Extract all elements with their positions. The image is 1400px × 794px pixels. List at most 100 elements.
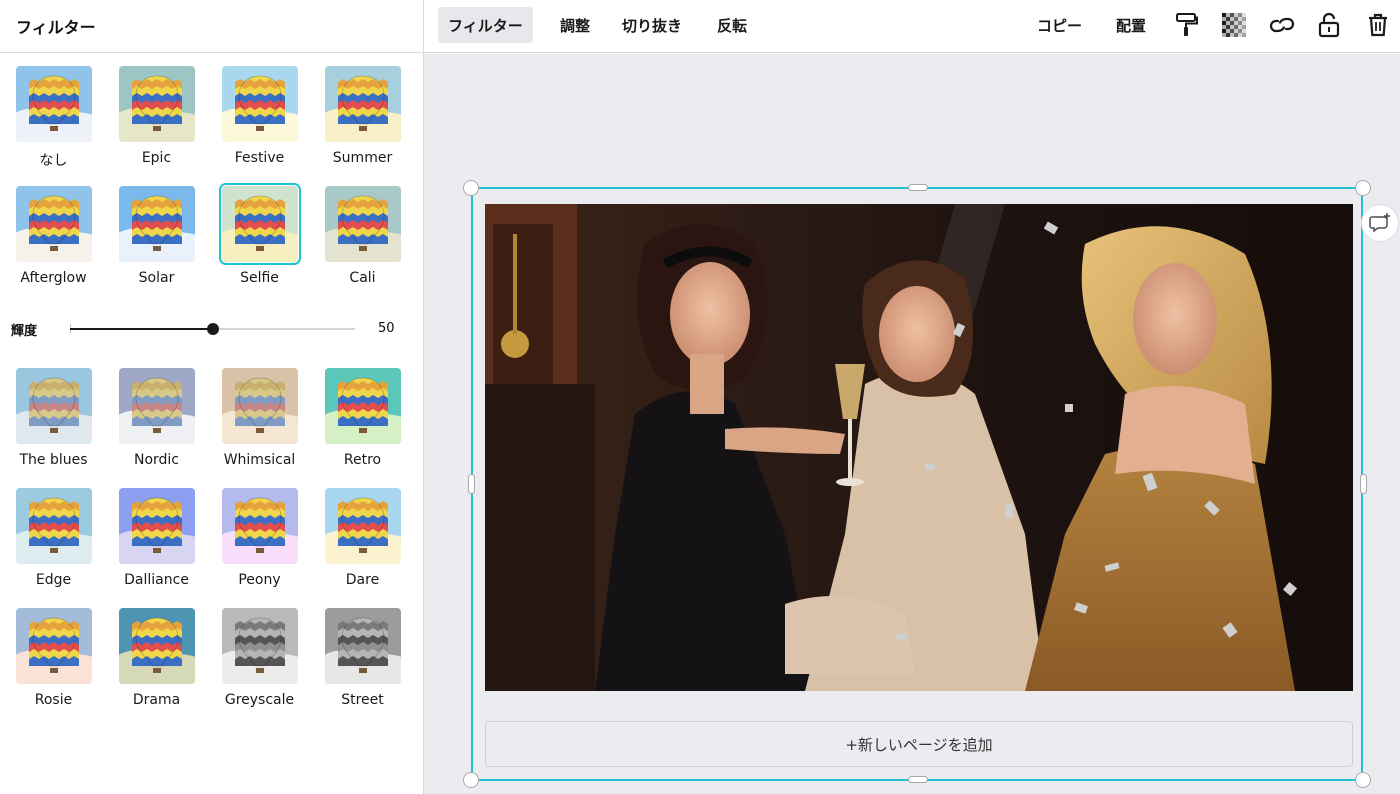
filter-option-edge[interactable]: Edge	[2, 488, 105, 598]
filter-label: Greyscale	[224, 692, 295, 708]
filter-preview-thumbnail[interactable]	[325, 186, 401, 262]
filter-option-dalliance[interactable]: Dalliance	[105, 488, 208, 598]
design-page[interactable]: +新しいページを追加	[471, 187, 1363, 781]
trash-icon[interactable]	[1363, 10, 1393, 40]
lock-icon[interactable]	[1314, 10, 1344, 40]
slider-knob[interactable]	[206, 323, 219, 335]
filter-option-nordic[interactable]: Nordic	[105, 368, 208, 478]
filter-option-epic[interactable]: Epic	[105, 66, 208, 176]
filter-label: Rosie	[34, 692, 73, 708]
balloon-image	[16, 368, 92, 444]
filter-label: Street	[341, 692, 384, 708]
filter-preview-thumbnail[interactable]	[325, 368, 401, 444]
paint-roller-icon[interactable]	[1172, 10, 1202, 40]
filter-option-selfie[interactable]: Selfie	[208, 183, 311, 296]
add-page-button[interactable]: +新しいページを追加	[485, 721, 1353, 767]
brightness-slider[interactable]	[70, 323, 355, 335]
balloon-image	[16, 488, 92, 564]
balloon-image	[16, 608, 92, 684]
filter-preview-thumbnail[interactable]	[16, 368, 92, 444]
balloon-image	[119, 368, 195, 444]
filter-option-peony[interactable]: Peony	[208, 488, 311, 598]
canvas-workspace: +新しいページを追加	[424, 54, 1400, 794]
filter-preview-thumbnail[interactable]	[119, 488, 195, 564]
flip-button[interactable]: 反転	[707, 7, 757, 43]
top-toolbar: フィルター 調整 切り抜き 反転 コピー 配置	[424, 0, 1400, 53]
filter-option-drama[interactable]: Drama	[105, 608, 208, 718]
balloon-image	[222, 368, 298, 444]
balloon-image	[119, 66, 195, 142]
crop-button[interactable]: 切り抜き	[612, 7, 692, 43]
filter-option-rosie[interactable]: Rosie	[2, 608, 105, 718]
filter-label: なし	[39, 153, 68, 169]
filter-option-the-blues[interactable]: The blues	[2, 368, 105, 478]
resize-handle-right[interactable]	[1360, 474, 1367, 494]
link-icon[interactable]	[1267, 10, 1297, 40]
adjust-button[interactable]: 調整	[550, 7, 600, 43]
filter-preview-thumbnail[interactable]	[119, 66, 195, 142]
transparency-icon[interactable]	[1219, 10, 1249, 40]
brightness-label: 輝度	[11, 324, 38, 339]
balloon-image	[222, 186, 298, 262]
filter-preview-thumbnail[interactable]	[16, 608, 92, 684]
comment-plus-icon	[1369, 213, 1390, 233]
filter-preview-thumbnail[interactable]	[325, 608, 401, 684]
filter-option-solar[interactable]: Solar	[105, 186, 208, 296]
balloon-image	[325, 66, 401, 142]
resize-handle-top-right[interactable]	[1355, 180, 1371, 196]
balloon-image	[222, 608, 298, 684]
balloon-image	[16, 186, 92, 262]
balloon-image	[325, 186, 401, 262]
filter-preview-thumbnail[interactable]	[222, 488, 298, 564]
filter-preview-thumbnail[interactable]	[119, 608, 195, 684]
resize-handle-bottom-left[interactable]	[463, 772, 479, 788]
filter-preview-thumbnail[interactable]	[222, 608, 298, 684]
resize-handle-bottom-right[interactable]	[1355, 772, 1371, 788]
brightness-value: 50	[378, 321, 395, 336]
filter-preview-thumbnail[interactable]	[219, 183, 301, 265]
balloon-image	[222, 66, 298, 142]
filter-option-afterglow[interactable]: Afterglow	[2, 186, 105, 296]
filter-preview-thumbnail[interactable]	[119, 186, 195, 262]
add-comment-button[interactable]	[1361, 204, 1399, 242]
filter-preview-thumbnail[interactable]	[119, 368, 195, 444]
filter-label: Afterglow	[20, 270, 87, 286]
filter-label: Festive	[234, 150, 285, 166]
arrange-button[interactable]: 配置	[1106, 7, 1156, 43]
filter-panel: フィルター なし Epic Festive Summer Afterglow S…	[0, 0, 424, 794]
resize-handle-top-left[interactable]	[463, 180, 479, 196]
filter-option-summer[interactable]: Summer	[311, 66, 414, 176]
filter-label: Edge	[35, 572, 72, 588]
filter-option-whimsical[interactable]: Whimsical	[208, 368, 311, 478]
balloon-image	[222, 488, 298, 564]
filter-option-なし[interactable]: なし	[2, 66, 105, 176]
resize-handle-left[interactable]	[468, 474, 475, 494]
balloon-image	[119, 186, 195, 262]
balloon-image	[325, 488, 401, 564]
copy-button[interactable]: コピー	[1027, 7, 1092, 43]
filter-option-festive[interactable]: Festive	[208, 66, 311, 176]
filter-label: Epic	[141, 150, 172, 166]
filter-option-retro[interactable]: Retro	[311, 368, 414, 478]
filter-label: Solar	[138, 270, 175, 286]
editor-app: フィルター なし Epic Festive Summer Afterglow S…	[0, 0, 1400, 794]
filter-preview-thumbnail[interactable]	[222, 368, 298, 444]
filter-option-dare[interactable]: Dare	[311, 488, 414, 598]
filter-label: Nordic	[133, 452, 180, 468]
filter-option-cali[interactable]: Cali	[311, 186, 414, 296]
filter-option-street[interactable]: Street	[311, 608, 414, 718]
filter-preview-thumbnail[interactable]	[325, 488, 401, 564]
filter-option-greyscale[interactable]: Greyscale	[208, 608, 311, 718]
filter-panel-title: フィルター	[0, 0, 423, 53]
filter-preview-thumbnail[interactable]	[16, 488, 92, 564]
filter-preview-thumbnail[interactable]	[16, 66, 92, 142]
resize-handle-top[interactable]	[908, 184, 928, 191]
filter-preview-thumbnail[interactable]	[325, 66, 401, 142]
filter-preview-thumbnail[interactable]	[16, 186, 92, 262]
party-photo[interactable]	[485, 204, 1353, 691]
filter-preview-thumbnail[interactable]	[222, 66, 298, 142]
filter-tab-button[interactable]: フィルター	[438, 7, 533, 43]
brightness-slider-row: 輝度 50	[0, 312, 424, 346]
resize-handle-bottom[interactable]	[908, 776, 928, 783]
balloon-image	[325, 368, 401, 444]
